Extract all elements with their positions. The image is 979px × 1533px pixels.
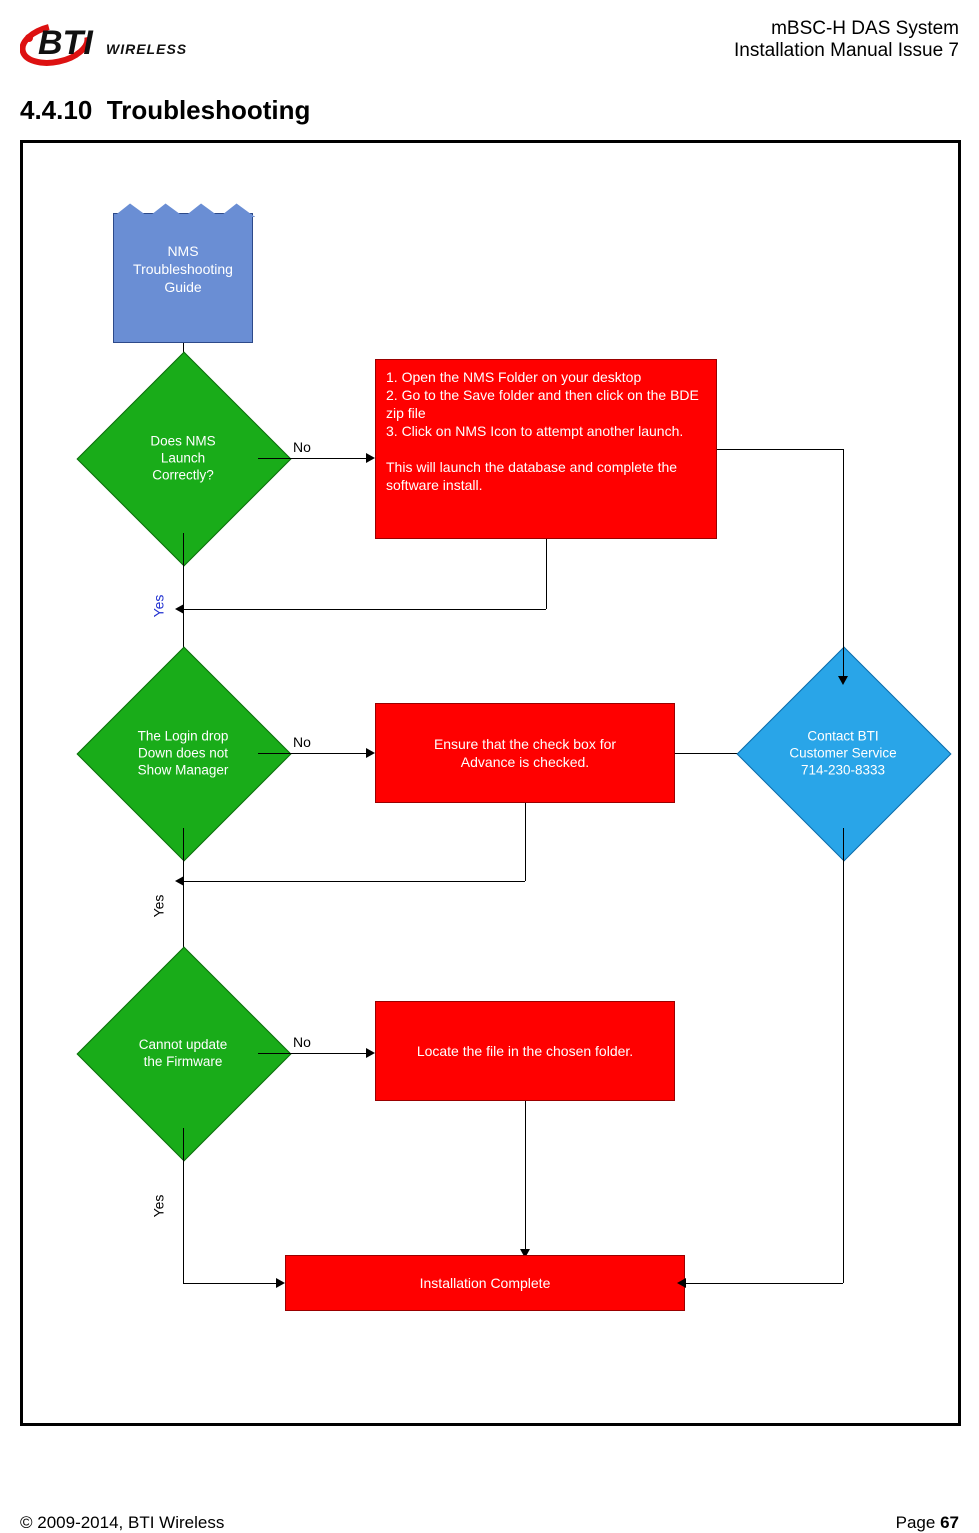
- conn: [258, 753, 368, 754]
- start-node-nms-guide: NMS Troubleshooting Guide: [113, 213, 253, 343]
- conn: [183, 1283, 278, 1284]
- decision-firmware-update: Cannot update the Firmware: [108, 978, 258, 1128]
- action-nms-folder-steps-text: 1. Open the NMS Folder on your desktop 2…: [386, 368, 706, 494]
- action-locate-file-text: Locate the file in the chosen folder.: [417, 1042, 633, 1060]
- conn: [183, 881, 525, 882]
- start-node-label: NMS Troubleshooting Guide: [114, 242, 252, 296]
- page-header: BTI WIRELESS mBSC-H DAS System Installat…: [20, 10, 959, 80]
- section-heading: 4.4.10 Troubleshooting: [20, 95, 310, 126]
- arrow-right-icon: [276, 1278, 285, 1288]
- action-checkbox-advance-text: Ensure that the check box for Advance is…: [434, 735, 616, 771]
- footer-page-number: 67: [940, 1513, 959, 1532]
- conn: [717, 449, 843, 450]
- terminal-installation-complete-text: Installation Complete: [420, 1274, 551, 1292]
- arrow-right-icon: [366, 1048, 375, 1058]
- terminal-installation-complete: Installation Complete: [285, 1255, 685, 1311]
- conn: [525, 803, 526, 881]
- header-line1: mBSC-H DAS System: [734, 18, 959, 40]
- conn: [525, 1101, 526, 1251]
- decision-login-dropdown: The Login drop Down does not Show Manage…: [108, 678, 258, 828]
- edge-no-1: No: [291, 439, 313, 455]
- svg-text:BTI: BTI: [38, 24, 94, 62]
- logo-sub: WIRELESS: [106, 41, 187, 57]
- conn: [258, 458, 368, 459]
- arrow-right-icon: [366, 453, 375, 463]
- edge-yes-1: Yes: [150, 593, 166, 620]
- arrow-left-icon: [677, 1278, 686, 1288]
- section-number: 4.4.10: [20, 95, 92, 125]
- action-checkbox-advance: Ensure that the check box for Advance is…: [375, 703, 675, 803]
- header-line2: Installation Manual Issue 7: [734, 40, 959, 62]
- edge-no-2: No: [291, 734, 313, 750]
- footer-page: Page 67: [896, 1513, 959, 1533]
- arrow-right-icon: [366, 748, 375, 758]
- contact-customer-service-label: Contact BTI Customer Service 714-230-833…: [760, 728, 926, 779]
- footer-copyright: © 2009-2014, BTI Wireless: [20, 1513, 224, 1533]
- decision-firmware-update-label: Cannot update the Firmware: [100, 1036, 266, 1070]
- arrow-down-icon: [838, 676, 848, 685]
- conn: [843, 449, 844, 679]
- edge-yes-2: Yes: [150, 893, 166, 920]
- conn: [183, 609, 546, 610]
- flowchart-frame: NMS Troubleshooting Guide Does NMS Launc…: [20, 140, 961, 1426]
- conn: [843, 828, 844, 1283]
- bti-logo: BTI WIRELESS: [20, 10, 200, 77]
- edge-no-3: No: [291, 1034, 313, 1050]
- conn: [258, 1053, 368, 1054]
- conn: [546, 539, 547, 609]
- header-right: mBSC-H DAS System Installation Manual Is…: [734, 18, 959, 62]
- conn: [183, 1128, 184, 1283]
- decision-login-dropdown-label: The Login drop Down does not Show Manage…: [100, 728, 266, 779]
- footer-page-label: Page: [896, 1513, 940, 1532]
- action-nms-folder-steps: 1. Open the NMS Folder on your desktop 2…: [375, 359, 717, 539]
- section-title: Troubleshooting: [107, 95, 311, 125]
- action-locate-file: Locate the file in the chosen folder.: [375, 1001, 675, 1101]
- conn: [685, 1283, 843, 1284]
- edge-yes-3: Yes: [150, 1193, 166, 1220]
- decision-nms-launch: Does NMS Launch Correctly?: [108, 383, 258, 533]
- decision-nms-launch-label: Does NMS Launch Correctly?: [100, 433, 266, 484]
- page: BTI WIRELESS mBSC-H DAS System Installat…: [0, 0, 979, 1531]
- contact-customer-service: Contact BTI Customer Service 714-230-833…: [768, 678, 918, 828]
